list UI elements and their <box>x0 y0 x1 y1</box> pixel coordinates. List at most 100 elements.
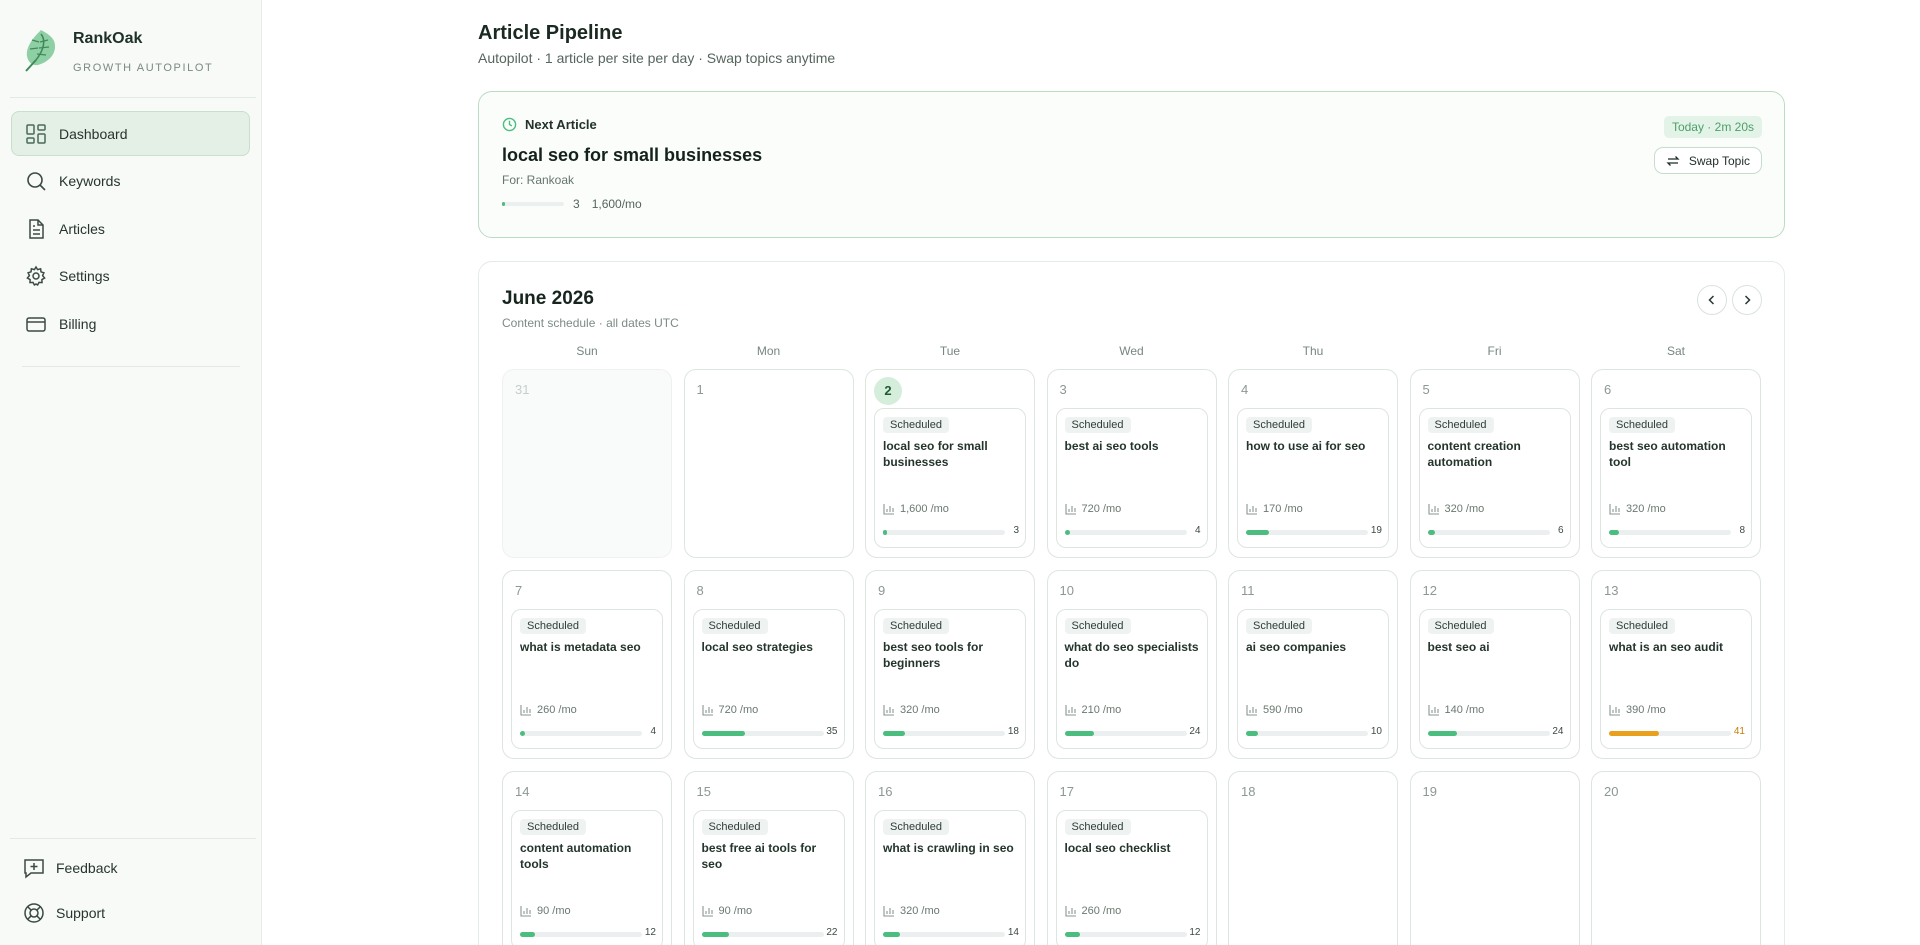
article-card[interactable]: Scheduled best seo ai 140 /mo 24 <box>1418 609 1571 749</box>
status-badge: Scheduled <box>1064 618 1131 634</box>
article-card[interactable]: Scheduled what is an seo audit 390 /mo 41 <box>1600 609 1752 749</box>
difficulty-bar-fill <box>883 731 905 736</box>
article-volume: 320 /mo <box>1609 503 1666 515</box>
swap-topic-button[interactable]: Swap Topic <box>1653 147 1762 174</box>
calendar-day[interactable]: 2 Scheduled local seo for small businesses… <box>865 369 1035 558</box>
calendar-day[interactable]: 18 <box>1228 771 1398 945</box>
difficulty-bar-fill <box>1609 530 1619 535</box>
volume-value: 260 /mo <box>1081 905 1122 917</box>
calendar-day[interactable]: 4 Scheduled how to use ai for seo 170 /mo 19 <box>1228 369 1398 558</box>
brand-name: RankOak <box>73 30 143 47</box>
day-number: 9 <box>878 583 886 598</box>
swap-topic-label: Swap Topic <box>1688 153 1750 168</box>
calendar-day[interactable]: 16 Scheduled what is crawling in seo 320 /m… <box>865 771 1035 945</box>
calendar-day[interactable]: 14 Scheduled content automation tools 90 /m… <box>502 771 672 945</box>
calendar-day[interactable]: 3 Scheduled best ai seo tools 720 /mo 4 <box>1046 369 1217 558</box>
sidebar-item-label: Feedback <box>56 859 118 876</box>
bar-chart-icon <box>883 705 894 716</box>
article-card[interactable]: Scheduled best ai seo tools 720 /mo 4 <box>1055 408 1208 548</box>
article-title: what is an seo audit <box>1609 640 1724 654</box>
bar-chart-icon <box>1609 504 1620 515</box>
sidebar-item-label: Settings <box>59 268 110 284</box>
weekday-tue: Tue <box>939 344 961 358</box>
calendar-day[interactable]: 31 <box>502 369 672 558</box>
calendar-day[interactable]: 13 Scheduled what is an seo audit 390 /mo 41 <box>1591 570 1761 759</box>
calendar-subtitle: Content schedule · all dates UTC <box>502 316 679 330</box>
sidebar-item-settings[interactable]: Settings <box>11 254 250 299</box>
difficulty-value: 14 <box>1007 927 1019 938</box>
difficulty-bar <box>1609 530 1731 535</box>
article-card[interactable]: Scheduled best seo tools for beginners 320… <box>874 609 1026 749</box>
day-number: 17 <box>1059 784 1074 799</box>
article-volume: 260 /mo <box>520 704 577 716</box>
volume-value: 210 /mo <box>1081 704 1122 716</box>
prev-month-button[interactable] <box>1697 285 1727 315</box>
sidebar-item-feedback[interactable]: Feedback <box>11 845 250 890</box>
calendar-day[interactable]: 17 Scheduled local seo checklist 260 /mo 12 <box>1046 771 1217 945</box>
article-title: how to use ai for seo <box>1246 439 1366 453</box>
calendar-day[interactable]: 9 Scheduled best seo tools for beginners 32… <box>865 570 1035 759</box>
calendar-day[interactable]: 8 Scheduled local seo strategies 720 /mo 35 <box>683 570 854 759</box>
search-icon <box>27 172 46 191</box>
article-card[interactable]: Scheduled local seo checklist 260 /mo 12 <box>1055 810 1208 945</box>
day-number: 3 <box>1059 382 1067 397</box>
sidebar-item-billing[interactable]: Billing <box>11 301 250 346</box>
difficulty-value: 3 <box>1013 525 1019 536</box>
difficulty-value: 24 <box>1189 726 1201 737</box>
article-card[interactable]: Scheduled how to use ai for seo 170 /mo 19 <box>1237 408 1389 548</box>
article-volume: 720 /mo <box>1064 503 1121 515</box>
brand-tagline: GROWTH AUTOPILOT <box>73 62 214 74</box>
difficulty-bar <box>1246 731 1368 736</box>
volume-value: 320 /mo <box>900 905 940 917</box>
article-volume: 170 /mo <box>1246 503 1303 515</box>
difficulty-bar <box>701 731 824 736</box>
bar-chart-icon <box>701 906 713 917</box>
difficulty-bar <box>701 932 824 937</box>
volume-value: 170 /mo <box>1263 503 1303 515</box>
calendar-day[interactable]: 12 Scheduled best seo ai 140 /mo 24 <box>1409 570 1580 759</box>
day-number: 2 <box>874 377 902 405</box>
article-card[interactable]: Scheduled local seo for small businesses 1… <box>874 408 1026 548</box>
difficulty-bar-fill <box>883 932 900 937</box>
article-card[interactable]: Scheduled what is metadata seo 260 /mo 4 <box>511 609 663 749</box>
sidebar-item-support[interactable]: Support <box>11 890 250 935</box>
difficulty-bar-fill <box>1609 731 1659 736</box>
calendar-day[interactable]: 6 Scheduled best seo automation tool 320 /m… <box>1591 369 1761 558</box>
article-card[interactable]: Scheduled content automation tools 90 /mo 1… <box>511 810 663 945</box>
sidebar-item-label: Keywords <box>59 173 121 189</box>
volume-value: 1,600 /mo <box>900 503 949 515</box>
calendar-day[interactable]: 15 Scheduled best free ai tools for seo 90 … <box>683 771 854 945</box>
bar-chart-icon <box>1427 705 1439 716</box>
article-card[interactable]: Scheduled what do seo specialists do 210 /… <box>1055 609 1208 749</box>
volume-value: 720 /mo <box>718 704 759 716</box>
article-card[interactable]: Scheduled best free ai tools for seo 90 /m… <box>692 810 845 945</box>
difficulty-bar <box>1064 731 1187 736</box>
document-icon <box>29 218 44 239</box>
sidebar-item-label: Billing <box>59 315 97 332</box>
calendar-day[interactable]: 19 <box>1409 771 1580 945</box>
weekday-mon: Mon <box>756 344 781 358</box>
sidebar-item-keywords[interactable]: Keywords <box>11 159 250 204</box>
calendar-day[interactable]: 20 <box>1591 771 1761 945</box>
calendar-day[interactable]: 1 <box>683 369 854 558</box>
sidebar-bottom-nav: Feedback Support <box>11 845 250 935</box>
article-card[interactable]: Scheduled ai seo companies 590 /mo 10 <box>1237 609 1389 749</box>
difficulty-bar-fill <box>1064 530 1070 535</box>
article-card[interactable]: Scheduled local seo strategies 720 /mo 35 <box>692 609 845 749</box>
sidebar-item-dashboard[interactable]: Dashboard <box>11 111 250 156</box>
day-number: 6 <box>1604 382 1612 397</box>
brand[interactable]: RankOak GROWTH AUTOPILOT <box>22 28 213 74</box>
weekday-wed: Wed <box>1119 344 1144 358</box>
article-title: best seo ai <box>1427 640 1490 654</box>
clock-icon <box>502 117 517 132</box>
calendar-day[interactable]: 10 Scheduled what do seo specialists do 210… <box>1046 570 1217 759</box>
article-card[interactable]: Scheduled content creation automation 320 … <box>1418 408 1571 548</box>
calendar-day[interactable]: 11 Scheduled ai seo companies 590 /mo 10 <box>1228 570 1398 759</box>
article-card[interactable]: Scheduled what is crawling in seo 320 /mo 1… <box>874 810 1026 945</box>
calendar-day[interactable]: 7 Scheduled what is metadata seo 260 /mo 4 <box>502 570 672 759</box>
article-volume: 320 /mo <box>883 704 940 716</box>
article-card[interactable]: Scheduled best seo automation tool 320 /mo… <box>1600 408 1752 548</box>
calendar-day[interactable]: 5 Scheduled content creation automation 320… <box>1409 369 1580 558</box>
sidebar-item-articles[interactable]: Articles <box>11 206 250 251</box>
next-month-button[interactable] <box>1732 285 1762 315</box>
